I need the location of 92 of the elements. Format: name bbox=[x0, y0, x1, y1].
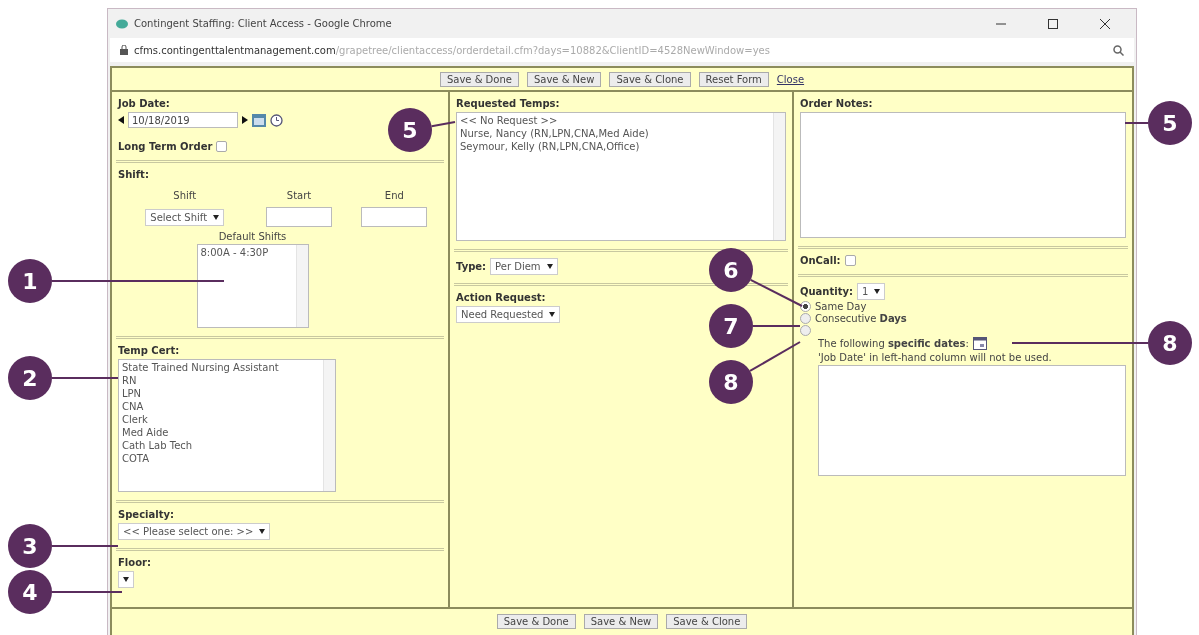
column-label: Start bbox=[286, 190, 312, 201]
leader-line bbox=[51, 545, 119, 547]
start-field[interactable] bbox=[266, 207, 333, 227]
checkbox[interactable] bbox=[216, 141, 228, 152]
caret-icon bbox=[549, 312, 556, 317]
radio-button[interactable] bbox=[800, 301, 811, 312]
option-label: The following specific dates: bbox=[818, 338, 969, 349]
callout-number: 1 bbox=[8, 259, 52, 303]
column-label: Shift bbox=[173, 190, 197, 201]
temp-cert-list[interactable]: State Trained Nursing Assistant RN LPN CNA Clerk Med Aide Cath Lab Tech COTA bbox=[118, 359, 336, 492]
column-label: End bbox=[384, 190, 404, 201]
maximize-icon[interactable] bbox=[1048, 18, 1058, 29]
form-button[interactable]: Save & New bbox=[583, 613, 659, 629]
previous-icon[interactable] bbox=[118, 116, 124, 124]
leader-line bbox=[51, 377, 119, 379]
option-label: Same Day bbox=[815, 301, 867, 312]
list-option[interactable]: Cath Lab Tech bbox=[122, 440, 320, 451]
leader-line bbox=[430, 121, 456, 128]
leader-line bbox=[749, 341, 801, 372]
form-button[interactable]: Save & New bbox=[526, 71, 602, 87]
field-label: Floor: bbox=[118, 557, 152, 568]
leader-line bbox=[1124, 122, 1149, 124]
next-icon[interactable] bbox=[242, 116, 248, 124]
calendar-icon[interactable] bbox=[972, 337, 987, 350]
radio-button[interactable] bbox=[800, 313, 811, 324]
field-label: Requested Temps: bbox=[456, 98, 561, 109]
list-option[interactable]: << No Request >> bbox=[460, 115, 770, 126]
date-field[interactable]: 10/18/2019 bbox=[128, 112, 238, 128]
form-button[interactable]: Reset Form bbox=[698, 71, 769, 87]
leader-line bbox=[51, 591, 123, 593]
callout-number: 8 bbox=[1148, 321, 1192, 365]
close-icon[interactable] bbox=[1100, 18, 1110, 29]
callout-number: 3 bbox=[8, 524, 52, 568]
clock-icon[interactable] bbox=[270, 113, 283, 127]
field-label: Job Date: bbox=[118, 98, 171, 109]
field-label: Action Request: bbox=[456, 292, 547, 303]
list-option[interactable]: State Trained Nursing Assistant bbox=[122, 362, 320, 373]
caret-icon bbox=[213, 214, 220, 220]
zoom-icon[interactable] bbox=[1113, 44, 1124, 56]
field-label: Type: bbox=[456, 261, 487, 272]
type-select[interactable]: Per Diem bbox=[490, 258, 558, 275]
note-text: 'Job Date' in left-hand column will not be used. bbox=[818, 352, 1053, 363]
window-title: Contingent Staffing: Client Access - Google Chrome bbox=[134, 18, 393, 29]
form-button[interactable]: Save & Clone bbox=[666, 613, 748, 629]
field-label: Shift: bbox=[118, 169, 150, 180]
leader-line bbox=[752, 325, 801, 327]
scrollbar[interactable] bbox=[295, 245, 308, 327]
list-option[interactable]: Nurse, Nancy (RN,LPN,CNA,Med Aide) bbox=[460, 128, 770, 139]
caret-icon bbox=[259, 529, 266, 534]
callout-number: 2 bbox=[8, 356, 52, 400]
specialty-select[interactable]: << Please select one: >> bbox=[118, 523, 271, 540]
list-option[interactable]: Seymour, Kelly (RN,LPN,CNA,Office) bbox=[460, 141, 770, 152]
caret-icon bbox=[874, 289, 881, 294]
caret-icon bbox=[123, 577, 129, 582]
form-button[interactable]: Save & Done bbox=[439, 71, 519, 87]
field-label: OnCall: bbox=[800, 255, 841, 266]
list-option[interactable]: Clerk bbox=[122, 414, 320, 425]
form-button[interactable]: Save & Clone bbox=[609, 71, 691, 87]
callout-number: 5 bbox=[1148, 101, 1192, 145]
list-option[interactable]: LPN bbox=[122, 388, 320, 399]
radio-button[interactable] bbox=[800, 325, 811, 336]
field-label: Specialty: bbox=[118, 509, 175, 520]
caret-icon bbox=[546, 264, 553, 269]
checkbox[interactable] bbox=[844, 255, 856, 266]
scrollbar[interactable] bbox=[773, 113, 785, 240]
list-option[interactable]: 8:00A - 4:30P bbox=[200, 247, 293, 258]
list-option[interactable]: RN bbox=[122, 375, 320, 386]
field-label: Temp Cert: bbox=[118, 345, 181, 356]
lock-icon bbox=[120, 45, 128, 55]
order-notes-field[interactable] bbox=[800, 112, 1126, 238]
field-label: Default Shifts bbox=[218, 231, 287, 242]
field-label: Order Notes: bbox=[800, 98, 874, 109]
action-request-select[interactable]: Need Requested bbox=[456, 306, 561, 323]
requested-temps-list[interactable]: << No Request >> Nurse, Nancy (RN,LPN,CNA,Med Aide) Seymour, Kelly (RN,LPN,CNA,Office) bbox=[456, 112, 786, 241]
list-option[interactable]: Med Aide bbox=[122, 427, 320, 438]
scrollbar[interactable] bbox=[323, 360, 335, 491]
quantity-select[interactable]: 1 bbox=[857, 283, 886, 300]
field-label: Quantity: bbox=[800, 286, 853, 297]
calendar-icon[interactable] bbox=[252, 113, 266, 127]
callout-number: 4 bbox=[8, 570, 52, 614]
end-field[interactable] bbox=[361, 207, 428, 227]
option-label: Consecutive Days bbox=[815, 313, 907, 324]
default-shifts-list[interactable]: 8:00A - 4:30P bbox=[196, 244, 309, 328]
globe-icon bbox=[116, 18, 128, 29]
list-option[interactable]: CNA bbox=[122, 401, 320, 412]
form-button[interactable]: Save & Done bbox=[496, 613, 576, 629]
specific-dates-field[interactable] bbox=[818, 365, 1126, 476]
list-option[interactable]: COTA bbox=[122, 453, 320, 464]
field-label: Long Term Order bbox=[118, 141, 213, 152]
close-link[interactable]: Close bbox=[776, 73, 805, 85]
shift-select[interactable]: Select Shift bbox=[145, 208, 225, 226]
floor-select[interactable] bbox=[118, 571, 134, 588]
